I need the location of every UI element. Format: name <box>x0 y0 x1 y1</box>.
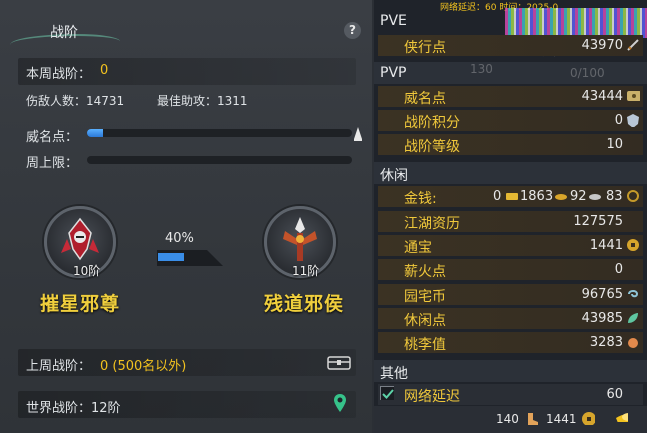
stat-label: 桃李值 <box>404 337 446 353</box>
net-value: 60 <box>606 387 623 402</box>
stat-value: 127575 <box>573 214 623 229</box>
last-week-label: 上周战阶： <box>26 359 92 374</box>
prestige-progress-fill <box>87 129 103 137</box>
stat-label: 通宝 <box>404 240 432 256</box>
gold-ingot-icon <box>506 193 518 200</box>
current-rank-level: 10阶 <box>73 264 101 278</box>
panel-header: 战阶 ? <box>0 14 372 50</box>
next-rank-name: 残道邪侯 <box>264 293 345 315</box>
pvp-title: PVP <box>380 65 407 81</box>
net-label: 网络延迟 <box>404 389 460 405</box>
current-rank-name: 摧星邪尊 <box>40 293 121 315</box>
swirl-icon <box>628 290 639 298</box>
other-title: 其他 <box>380 366 408 382</box>
coin-value: 83 <box>606 189 623 204</box>
copper-value: 92 <box>570 189 587 204</box>
prestige-label: 威名点： <box>26 130 79 145</box>
best-assists: 最佳助攻：1311 <box>157 94 248 108</box>
pve-section-header: PVE <box>374 10 647 32</box>
copper-ingot-icon <box>589 194 601 200</box>
stat-row-xinhuo: 薪火点 0 <box>378 259 643 280</box>
panel-title: 战阶 <box>50 25 78 41</box>
stat-row-jianghu: 江湖资历 127575 <box>378 211 643 232</box>
stat-value: 43444 <box>581 89 623 104</box>
stat-row-network: 网络延迟 60 <box>378 384 643 405</box>
leisure-title: 休闲 <box>380 168 408 184</box>
stat-row-money: 金钱: 0 1863 92 83 <box>378 186 643 207</box>
bottom-value-b: 1441 <box>546 412 577 426</box>
boot-icon <box>528 413 538 425</box>
stat-value: 96765 <box>581 287 623 302</box>
stat-value: 0 <box>614 113 623 128</box>
shield-icon <box>627 114 639 127</box>
location-pin-icon[interactable] <box>333 393 347 413</box>
silver-ingot-icon <box>555 194 567 200</box>
pvp-ghost-b: 0/100 <box>570 66 605 80</box>
stat-value: 3283 <box>589 335 623 350</box>
leaf-icon <box>628 313 638 323</box>
next-rank-level: 11阶 <box>292 264 320 278</box>
rank-panel: 战阶 ? 本周战阶： 0 伤敌人数：14731 最佳助攻：1311 威名点： 周… <box>0 0 372 433</box>
stat-row-yuanzhai: 园宅币 96765 <box>378 284 643 305</box>
pvp-ghost-a: 130 <box>470 62 493 76</box>
stat-label: 战阶等级 <box>404 139 460 155</box>
other-section-header: 其他 <box>374 360 647 382</box>
stat-value: 0 <box>614 262 623 277</box>
network-checkbox[interactable] <box>380 386 394 400</box>
tongbao-small-icon <box>582 412 595 425</box>
weekly-cap-label: 周上限： <box>26 156 79 171</box>
rank-progress-percent: 40% <box>165 231 194 246</box>
tongbao-coin-icon <box>627 239 639 251</box>
world-rank-label: 世界战阶：12阶 <box>26 401 121 416</box>
weekly-rank-value: 0 <box>100 63 109 78</box>
stat-label: 薪火点 <box>404 264 446 280</box>
stat-label: 威名点 <box>404 91 446 107</box>
stat-value: 43970 <box>581 38 623 53</box>
stat-row-rank-level: 战阶等级 10 <box>378 134 643 155</box>
stat-label: 园宅币 <box>404 289 446 305</box>
gold-ingot-large-icon[interactable] <box>614 408 628 422</box>
stat-label: 休闲点 <box>404 313 446 329</box>
gold-value: 0 <box>493 189 502 204</box>
stat-row-tongbao: 通宝 1441 <box>378 235 643 256</box>
stat-label: 江湖资历 <box>404 216 460 232</box>
stat-value: 10 <box>606 137 623 152</box>
stat-label: 侠行点 <box>404 40 446 56</box>
stat-value: 1441 <box>589 238 623 253</box>
stat-row-rank-points: 战阶积分 0 <box>378 110 643 131</box>
pvp-section-header: PVP <box>374 62 647 84</box>
leisure-section-header: 休闲 <box>374 162 647 184</box>
money-label: 金钱: <box>404 191 437 207</box>
ticket-icon <box>627 91 640 101</box>
rank-progress-arrow <box>157 250 223 266</box>
silver-value: 1863 <box>520 189 554 204</box>
last-week-value: 0 (500名以外) <box>100 359 187 374</box>
cap-marker-icon <box>354 127 362 141</box>
stat-value: 43985 <box>581 311 623 326</box>
enemies-defeated: 伤敌人数：14731 <box>26 94 125 108</box>
weekly-cap-progress-bar <box>87 156 352 164</box>
bottom-value-a: 140 <box>496 412 519 426</box>
sword-icon <box>627 39 639 51</box>
stat-row-prestige: 威名点 43444 <box>378 86 643 107</box>
prestige-progress-bar <box>87 129 352 137</box>
peach-icon <box>628 338 638 348</box>
coin-icon <box>627 190 639 202</box>
help-icon[interactable]: ? <box>344 22 361 39</box>
weekly-rank-label: 本周战阶： <box>26 67 92 82</box>
pve-title: PVE <box>380 13 407 29</box>
stat-row-xiuxian: 休闲点 43985 <box>378 308 643 329</box>
stat-row-taoli: 桃李值 3283 <box>378 332 643 353</box>
stat-row-xiaxing: 侠行点 43970 <box>378 35 643 56</box>
top-status-ghost: 网络延迟：60 时间：2025-0 <box>440 3 559 13</box>
chest-icon[interactable] <box>327 354 351 370</box>
stat-label: 战阶积分 <box>404 115 460 131</box>
bottom-currency-bar: 140 1441 <box>374 406 647 433</box>
